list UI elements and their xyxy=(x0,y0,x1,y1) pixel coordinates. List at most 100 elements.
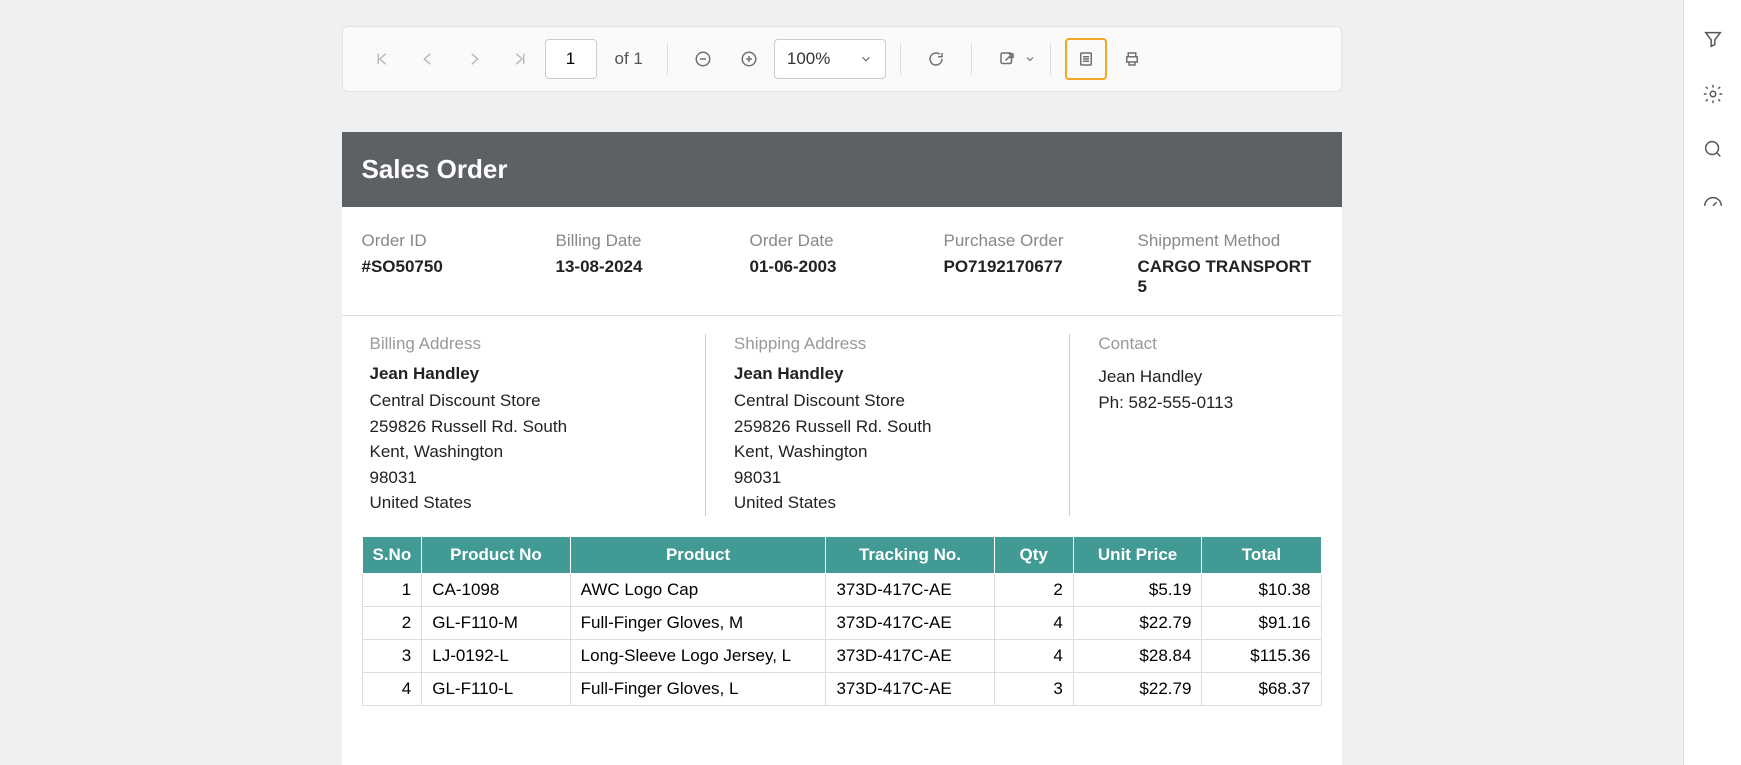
order-id-label: Order ID xyxy=(362,231,546,251)
page-layout-button[interactable] xyxy=(1065,38,1107,80)
purchase-order-label: Purchase Order xyxy=(944,231,1128,251)
gear-icon[interactable] xyxy=(1702,83,1724,110)
page-number-input[interactable] xyxy=(545,39,597,79)
next-page-button[interactable] xyxy=(453,38,495,80)
col-header-total: Total xyxy=(1202,536,1321,573)
report-viewer[interactable]: of 1 100% Sales Or xyxy=(0,0,1683,765)
billing-address-street: 259826 Russell Rd. South xyxy=(370,414,677,440)
separator xyxy=(1050,43,1051,75)
col-header-sno: S.No xyxy=(362,536,422,573)
cell-qty: 2 xyxy=(994,573,1073,606)
shipping-address-country: United States xyxy=(734,490,1041,516)
purchase-order-value: PO7192170677 xyxy=(944,257,1128,277)
billing-address-zip: 98031 xyxy=(370,465,677,491)
order-date-label: Order Date xyxy=(750,231,934,251)
first-page-button[interactable] xyxy=(361,38,403,80)
table-row: 4GL-F110-LFull-Finger Gloves, L373D-417C… xyxy=(362,672,1321,705)
print-button[interactable] xyxy=(1111,38,1153,80)
cell-product-no: CA-1098 xyxy=(422,573,570,606)
col-header-qty: Qty xyxy=(994,536,1073,573)
cell-tracking: 373D-417C-AE xyxy=(826,639,994,672)
cell-tracking: 373D-417C-AE xyxy=(826,606,994,639)
side-panel xyxy=(1683,0,1741,765)
gauge-icon[interactable] xyxy=(1702,193,1724,220)
table-row: 1CA-1098AWC Logo Cap373D-417C-AE2$5.19$1… xyxy=(362,573,1321,606)
col-header-product-no: Product No xyxy=(422,536,570,573)
export-button[interactable] xyxy=(986,38,1028,80)
shipping-address-city: Kent, Washington xyxy=(734,439,1041,465)
search-icon[interactable] xyxy=(1702,138,1724,165)
cell-product-no: LJ-0192-L xyxy=(422,639,570,672)
cell-product-no: GL-F110-M xyxy=(422,606,570,639)
cell-product: Full-Finger Gloves, M xyxy=(570,606,826,639)
col-header-tracking: Tracking No. xyxy=(826,536,994,573)
chevron-down-icon xyxy=(1024,53,1036,65)
page-total-label: of 1 xyxy=(615,49,643,69)
cell-sno: 4 xyxy=(362,672,422,705)
shipping-address-name: Jean Handley xyxy=(734,364,1041,384)
cell-tracking: 373D-417C-AE xyxy=(826,573,994,606)
items-table: S.No Product No Product Tracking No. Qty… xyxy=(362,536,1322,706)
cell-unit-price: $5.19 xyxy=(1073,573,1202,606)
cell-tracking: 373D-417C-AE xyxy=(826,672,994,705)
cell-unit-price: $22.79 xyxy=(1073,672,1202,705)
cell-sno: 2 xyxy=(362,606,422,639)
cell-product: AWC Logo Cap xyxy=(570,573,826,606)
viewer-toolbar: of 1 100% xyxy=(342,26,1342,92)
report-title: Sales Order xyxy=(342,132,1342,207)
table-row: 2GL-F110-MFull-Finger Gloves, M373D-417C… xyxy=(362,606,1321,639)
order-meta-row: Order ID #SO50750 Billing Date 13-08-202… xyxy=(342,207,1342,316)
cell-sno: 3 xyxy=(362,639,422,672)
shipping-address-street: 259826 Russell Rd. South xyxy=(734,414,1041,440)
billing-address-name: Jean Handley xyxy=(370,364,677,384)
billing-address-city: Kent, Washington xyxy=(370,439,677,465)
shipping-address-block: Shipping Address Jean Handley Central Di… xyxy=(706,334,1070,516)
shipping-address-company: Central Discount Store xyxy=(734,388,1041,414)
filter-icon[interactable] xyxy=(1702,28,1724,55)
shipping-address-zip: 98031 xyxy=(734,465,1041,491)
cell-product-no: GL-F110-L xyxy=(422,672,570,705)
billing-address-title: Billing Address xyxy=(370,334,677,354)
cell-unit-price: $22.79 xyxy=(1073,606,1202,639)
shipping-address-title: Shipping Address xyxy=(734,334,1041,354)
cell-product: Long-Sleeve Logo Jersey, L xyxy=(570,639,826,672)
separator xyxy=(900,43,901,75)
order-id-value: #SO50750 xyxy=(362,257,546,277)
billing-address-country: United States xyxy=(370,490,677,516)
cell-unit-price: $28.84 xyxy=(1073,639,1202,672)
billing-address-company: Central Discount Store xyxy=(370,388,677,414)
cell-qty: 4 xyxy=(994,639,1073,672)
billing-date-value: 13-08-2024 xyxy=(556,257,740,277)
order-date-value: 01-06-2003 xyxy=(750,257,934,277)
contact-phone: Ph: 582-555-0113 xyxy=(1098,390,1313,416)
cell-qty: 3 xyxy=(994,672,1073,705)
prev-page-button[interactable] xyxy=(407,38,449,80)
zoom-select[interactable]: 100% xyxy=(774,39,886,79)
billing-address-block: Billing Address Jean Handley Central Dis… xyxy=(342,334,706,516)
col-header-product: Product xyxy=(570,536,826,573)
col-header-unit-price: Unit Price xyxy=(1073,536,1202,573)
separator xyxy=(971,43,972,75)
cell-sno: 1 xyxy=(362,573,422,606)
zoom-value: 100% xyxy=(787,49,830,69)
cell-product: Full-Finger Gloves, L xyxy=(570,672,826,705)
shipment-method-value: CARGO TRANSPORT 5 xyxy=(1138,257,1322,297)
report-page: Sales Order Order ID #SO50750 Billing Da… xyxy=(342,132,1342,765)
cell-total: $68.37 xyxy=(1202,672,1321,705)
cell-total: $10.38 xyxy=(1202,573,1321,606)
last-page-button[interactable] xyxy=(499,38,541,80)
zoom-in-button[interactable] xyxy=(728,38,770,80)
zoom-out-button[interactable] xyxy=(682,38,724,80)
contact-name: Jean Handley xyxy=(1098,364,1313,390)
billing-date-label: Billing Date xyxy=(556,231,740,251)
refresh-button[interactable] xyxy=(915,38,957,80)
contact-title: Contact xyxy=(1098,334,1313,354)
cell-total: $91.16 xyxy=(1202,606,1321,639)
separator xyxy=(667,43,668,75)
shipment-method-label: Shippment Method xyxy=(1138,231,1322,251)
cell-qty: 4 xyxy=(994,606,1073,639)
cell-total: $115.36 xyxy=(1202,639,1321,672)
chevron-down-icon xyxy=(859,52,873,66)
table-row: 3LJ-0192-LLong-Sleeve Logo Jersey, L373D… xyxy=(362,639,1321,672)
address-row: Billing Address Jean Handley Central Dis… xyxy=(342,316,1342,536)
